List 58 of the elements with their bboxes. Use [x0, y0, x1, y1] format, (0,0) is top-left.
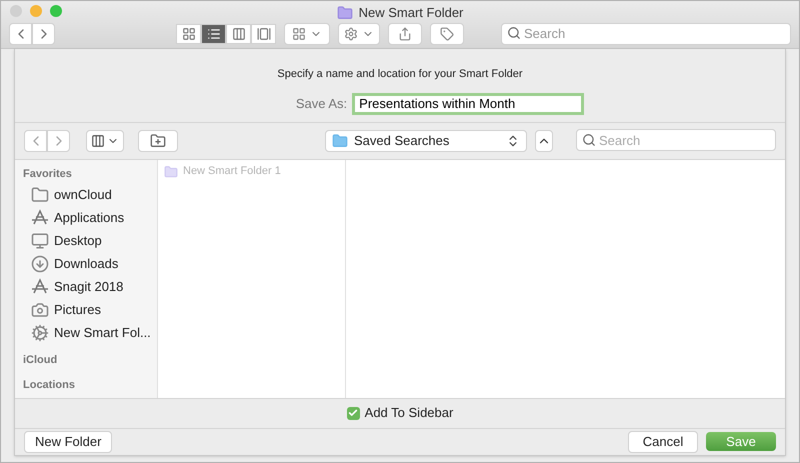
search-icon — [582, 132, 596, 146]
forward-button[interactable] — [47, 130, 70, 152]
view-mode-button[interactable] — [251, 24, 276, 44]
sidebar-item[interactable]: Downloads — [23, 252, 157, 276]
sidebar-item[interactable]: Applications — [23, 206, 157, 230]
save-as-label: Save As: — [296, 94, 348, 113]
sheet-prompt: Specify a name and location for your Smart Folder — [277, 67, 523, 82]
expand-button[interactable] — [535, 130, 553, 152]
gear-icon — [31, 324, 49, 342]
columns-icon — [232, 27, 246, 41]
sidebar-item[interactable]: ownCloud — [23, 184, 157, 206]
sidebar-heading: Favorites — [23, 167, 73, 182]
search-field[interactable]: Search — [576, 129, 776, 151]
sidebar-heading: Locations — [23, 378, 76, 394]
group-button[interactable] — [284, 23, 330, 45]
grid-icon — [292, 27, 306, 41]
new-folder-button[interactable]: New Folder — [24, 430, 112, 453]
sidebar-item[interactable]: Pictures — [23, 298, 157, 322]
view-menu-button[interactable] — [86, 130, 124, 152]
apps-icon — [31, 278, 49, 296]
grid-icon — [182, 27, 196, 41]
share-button[interactable] — [388, 23, 422, 45]
folder-plus-icon — [150, 132, 166, 148]
back-button[interactable] — [24, 130, 47, 152]
list-icon — [206, 27, 220, 41]
sidebar-item[interactable]: Snagit 2018 — [23, 276, 157, 298]
folder-icon — [164, 164, 178, 178]
view-mode-button[interactable] — [226, 24, 251, 44]
back-button[interactable] — [9, 23, 32, 45]
share-icon — [398, 27, 412, 41]
check-icon — [348, 408, 358, 418]
view-mode-button[interactable] — [201, 24, 226, 44]
view-mode-button[interactable] — [176, 24, 201, 44]
desktop-icon — [31, 232, 49, 250]
columns-icon — [91, 134, 105, 148]
search-icon — [507, 26, 521, 40]
tag-button[interactable] — [430, 23, 464, 45]
add-to-sidebar-checkbox[interactable]: Add To Sidebar — [346, 403, 454, 423]
apps-icon — [31, 209, 49, 227]
action-button[interactable] — [338, 23, 380, 45]
location-popup[interactable]: Saved Searches — [325, 130, 527, 152]
camera-icon — [31, 301, 49, 319]
gallery-icon — [256, 27, 270, 41]
search-field[interactable]: Search — [501, 22, 791, 44]
save-as-field[interactable]: Presentations within Month — [352, 92, 584, 114]
folder-icon — [31, 186, 49, 204]
download-icon — [31, 255, 49, 273]
sidebar-heading: iCloud — [23, 353, 58, 368]
cancel-button[interactable]: Cancel — [628, 430, 698, 453]
folder-icon — [332, 132, 348, 148]
tag-icon — [440, 27, 454, 41]
window-title: New Smart Folder — [358, 4, 464, 22]
new-folder-icon-button[interactable] — [138, 130, 178, 152]
settings-icon — [344, 27, 358, 41]
smart-folder-icon — [336, 4, 353, 21]
sidebar-item[interactable]: Desktop — [23, 230, 157, 252]
forward-button[interactable] — [32, 23, 55, 45]
sidebar-item[interactable]: New Smart Fol... — [23, 322, 157, 344]
